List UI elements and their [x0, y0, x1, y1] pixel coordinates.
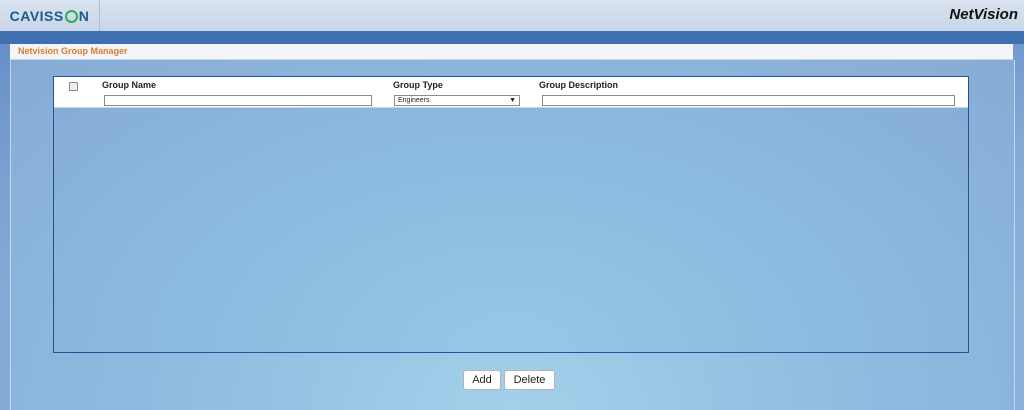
- table-header: Group Name Group Type Group Description …: [54, 77, 968, 108]
- column-header-group-name[interactable]: Group Name: [102, 80, 156, 90]
- group-type-filter-select[interactable]: Engineers ▼: [394, 95, 520, 106]
- select-all-checkbox[interactable]: [69, 82, 78, 91]
- group-name-filter-input[interactable]: [104, 95, 372, 106]
- panel-title: Netvision Group Manager: [18, 46, 128, 56]
- group-type-selected-value: Engineers: [398, 97, 430, 104]
- column-header-group-description[interactable]: Group Description: [539, 80, 618, 90]
- logo-ring-icon: [64, 10, 78, 23]
- dropdown-arrow-icon: ▼: [509, 97, 516, 104]
- header-divider-band: [0, 31, 1024, 44]
- group-description-filter-input[interactable]: [542, 95, 955, 106]
- delete-button[interactable]: Delete: [504, 370, 555, 390]
- logo-text-right: N: [78, 7, 90, 24]
- panel-header: Netvision Group Manager: [10, 44, 1013, 60]
- logo-text-left: CAVISS: [9, 7, 64, 24]
- group-table: Group Name Group Type Group Description …: [53, 76, 969, 353]
- add-button[interactable]: Add: [463, 370, 501, 390]
- cavisson-logo: CAVISS N: [0, 0, 100, 31]
- product-brand: NetVision: [949, 6, 1018, 23]
- column-header-group-type[interactable]: Group Type: [393, 80, 443, 90]
- top-bar: CAVISS N NetVision: [0, 0, 1024, 32]
